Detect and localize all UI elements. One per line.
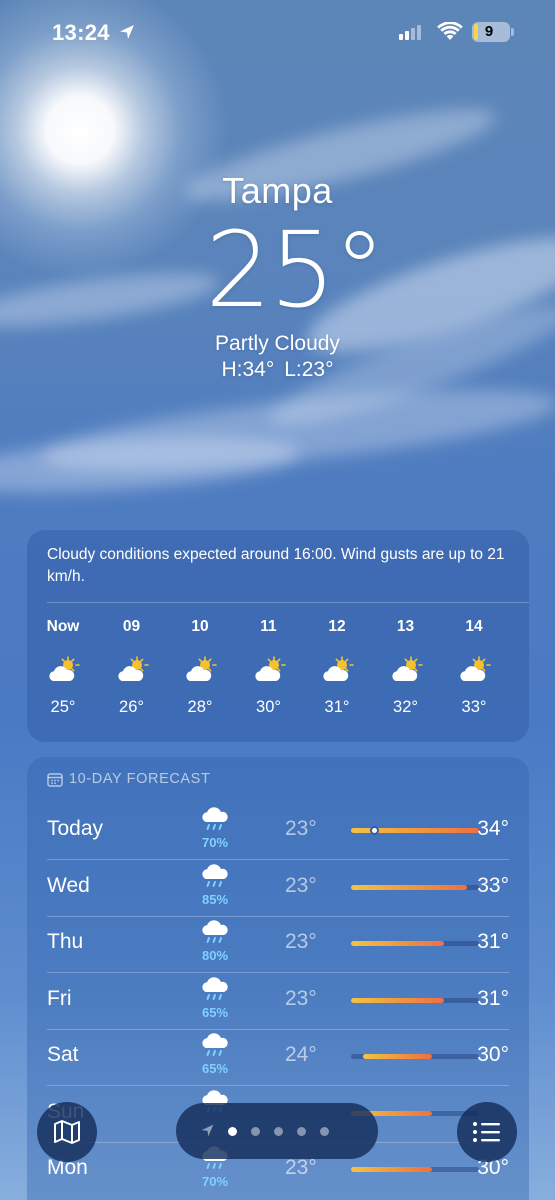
battery-level: 9 (484, 23, 494, 40)
partly-cloudy-icon (117, 656, 149, 681)
status-bar: 13:24 9 (0, 0, 555, 64)
temperature-range-bar (351, 1054, 479, 1059)
forecast-row[interactable]: Fri 65% 23° 31° (47, 973, 509, 1029)
precipitation-chance: 65% (201, 1004, 229, 1020)
current-temperature: 25° (205, 209, 385, 331)
hour-item: Now 25° (33, 618, 93, 717)
temperature-range-bar (351, 884, 479, 890)
forecast-header: 10-DAY FORECAST (47, 771, 210, 787)
rain-cloud-icon (199, 807, 231, 833)
hour-temperature: 32° (393, 698, 418, 716)
temperature-range-bar (351, 941, 479, 946)
partly-cloudy-icon (49, 656, 80, 681)
temperature-range-bar (351, 997, 479, 1003)
low-temperature: 24° (285, 1043, 317, 1066)
day-name: Today (47, 817, 104, 840)
calendar-icon (47, 772, 63, 787)
high-temperature: 31° (477, 930, 509, 953)
precipitation-chance: 70% (201, 1174, 229, 1189)
hour-item: 13 32° (376, 618, 436, 717)
precipitation-chance: 85% (201, 891, 229, 907)
rain-cloud-icon (199, 863, 231, 890)
low-temperature: 23° (285, 1156, 317, 1179)
hour-item: 14 33° (444, 618, 504, 717)
low-temperature: 23° (285, 930, 317, 953)
location-arrow-icon (201, 1124, 214, 1137)
forecast-row[interactable]: Wed 85% 23° 33° (47, 860, 509, 916)
rain-cloud-icon (199, 920, 231, 946)
low-temperature: 23° (285, 817, 317, 840)
low-temperature: L:23° (284, 358, 334, 381)
rain-cloud-icon (199, 976, 231, 1003)
page-indicator[interactable] (176, 1103, 378, 1159)
high-temperature: 31° (477, 986, 509, 1010)
forecast-row[interactable]: Sat 65% 24° 30° (47, 1029, 509, 1085)
hour-item: 12 31° (307, 618, 367, 717)
hour-temperature: 26° (119, 698, 144, 716)
hour-temperature: 28° (187, 698, 213, 716)
hour-temperature: 33° (461, 698, 487, 716)
page-dot[interactable] (228, 1127, 237, 1136)
hour-item: 11 30° (239, 618, 299, 717)
hour-label: 11 (260, 618, 277, 635)
location-arrow-icon (120, 25, 134, 39)
hour-label: 14 (465, 618, 483, 635)
hour-label: 12 (328, 618, 346, 635)
forecast-row[interactable]: Thu 80% 23° 31° (47, 916, 509, 972)
rain-cloud-icon (199, 1033, 231, 1059)
hour-temperature: 25° (50, 698, 76, 716)
high-low: H:34° L:23° (0, 358, 555, 382)
partly-cloudy-icon (254, 656, 286, 681)
hour-temperature: 31° (324, 698, 350, 716)
partly-cloudy-icon (460, 656, 491, 681)
partly-cloudy-icon (391, 656, 423, 681)
page-dot[interactable] (251, 1127, 260, 1136)
high-temperature: 30° (477, 1043, 509, 1066)
day-name: Wed (47, 873, 90, 897)
precipitation-chance: 65% (201, 1061, 229, 1076)
map-icon (54, 1120, 80, 1144)
current-condition: Partly Cloudy (215, 332, 340, 355)
hour-label: 10 (191, 618, 209, 635)
day-name: Sat (47, 1043, 79, 1066)
list-icon (473, 1122, 500, 1142)
weather-summary: Cloudy conditions expected around 16:00.… (47, 546, 505, 585)
page-dot[interactable] (297, 1127, 306, 1136)
hour-label: 13 (396, 618, 415, 635)
low-temperature: 23° (285, 986, 317, 1010)
low-temperature: 23° (285, 873, 317, 897)
page-dot[interactable] (274, 1127, 283, 1136)
day-name: Fri (47, 986, 72, 1010)
city-name: Tampa (222, 170, 333, 211)
cellular-signal-icon (399, 25, 421, 40)
precipitation-chance: 70% (201, 835, 229, 850)
high-temperature: 33° (477, 873, 509, 897)
battery-icon: 9 (472, 22, 510, 42)
current-weather: Tampa 25° Partly Cloudy H:34° L:23° (0, 170, 555, 382)
hour-item: 10 28° (170, 618, 230, 717)
hour-item: 09 26° (102, 618, 162, 717)
status-time: 13:24 (52, 20, 110, 45)
temperature-range-bar (351, 1167, 479, 1172)
city-list-button[interactable] (457, 1102, 517, 1162)
forecast-title: 10-DAY FORECAST (69, 771, 211, 787)
hour-temperature: 30° (256, 698, 281, 716)
current-temperature-marker (369, 826, 379, 835)
page-dot[interactable] (320, 1127, 329, 1136)
partly-cloudy-icon (186, 656, 217, 681)
high-temperature: 34° (477, 817, 509, 840)
precipitation-chance: 80% (201, 948, 229, 963)
partly-cloudy-icon (323, 656, 354, 681)
temperature-range-bar (351, 826, 479, 835)
hour-label: Now (46, 618, 80, 635)
hour-label: 09 (122, 618, 141, 635)
map-button[interactable] (37, 1102, 97, 1162)
forecast-row[interactable]: Today 70% 23° 34° (47, 803, 509, 859)
day-name: Thu (47, 930, 84, 953)
hourly-forecast-card[interactable]: Cloudy conditions expected around 16:00.… (27, 530, 529, 742)
wifi-icon (437, 22, 463, 40)
high-temperature: H:34° (221, 358, 275, 381)
